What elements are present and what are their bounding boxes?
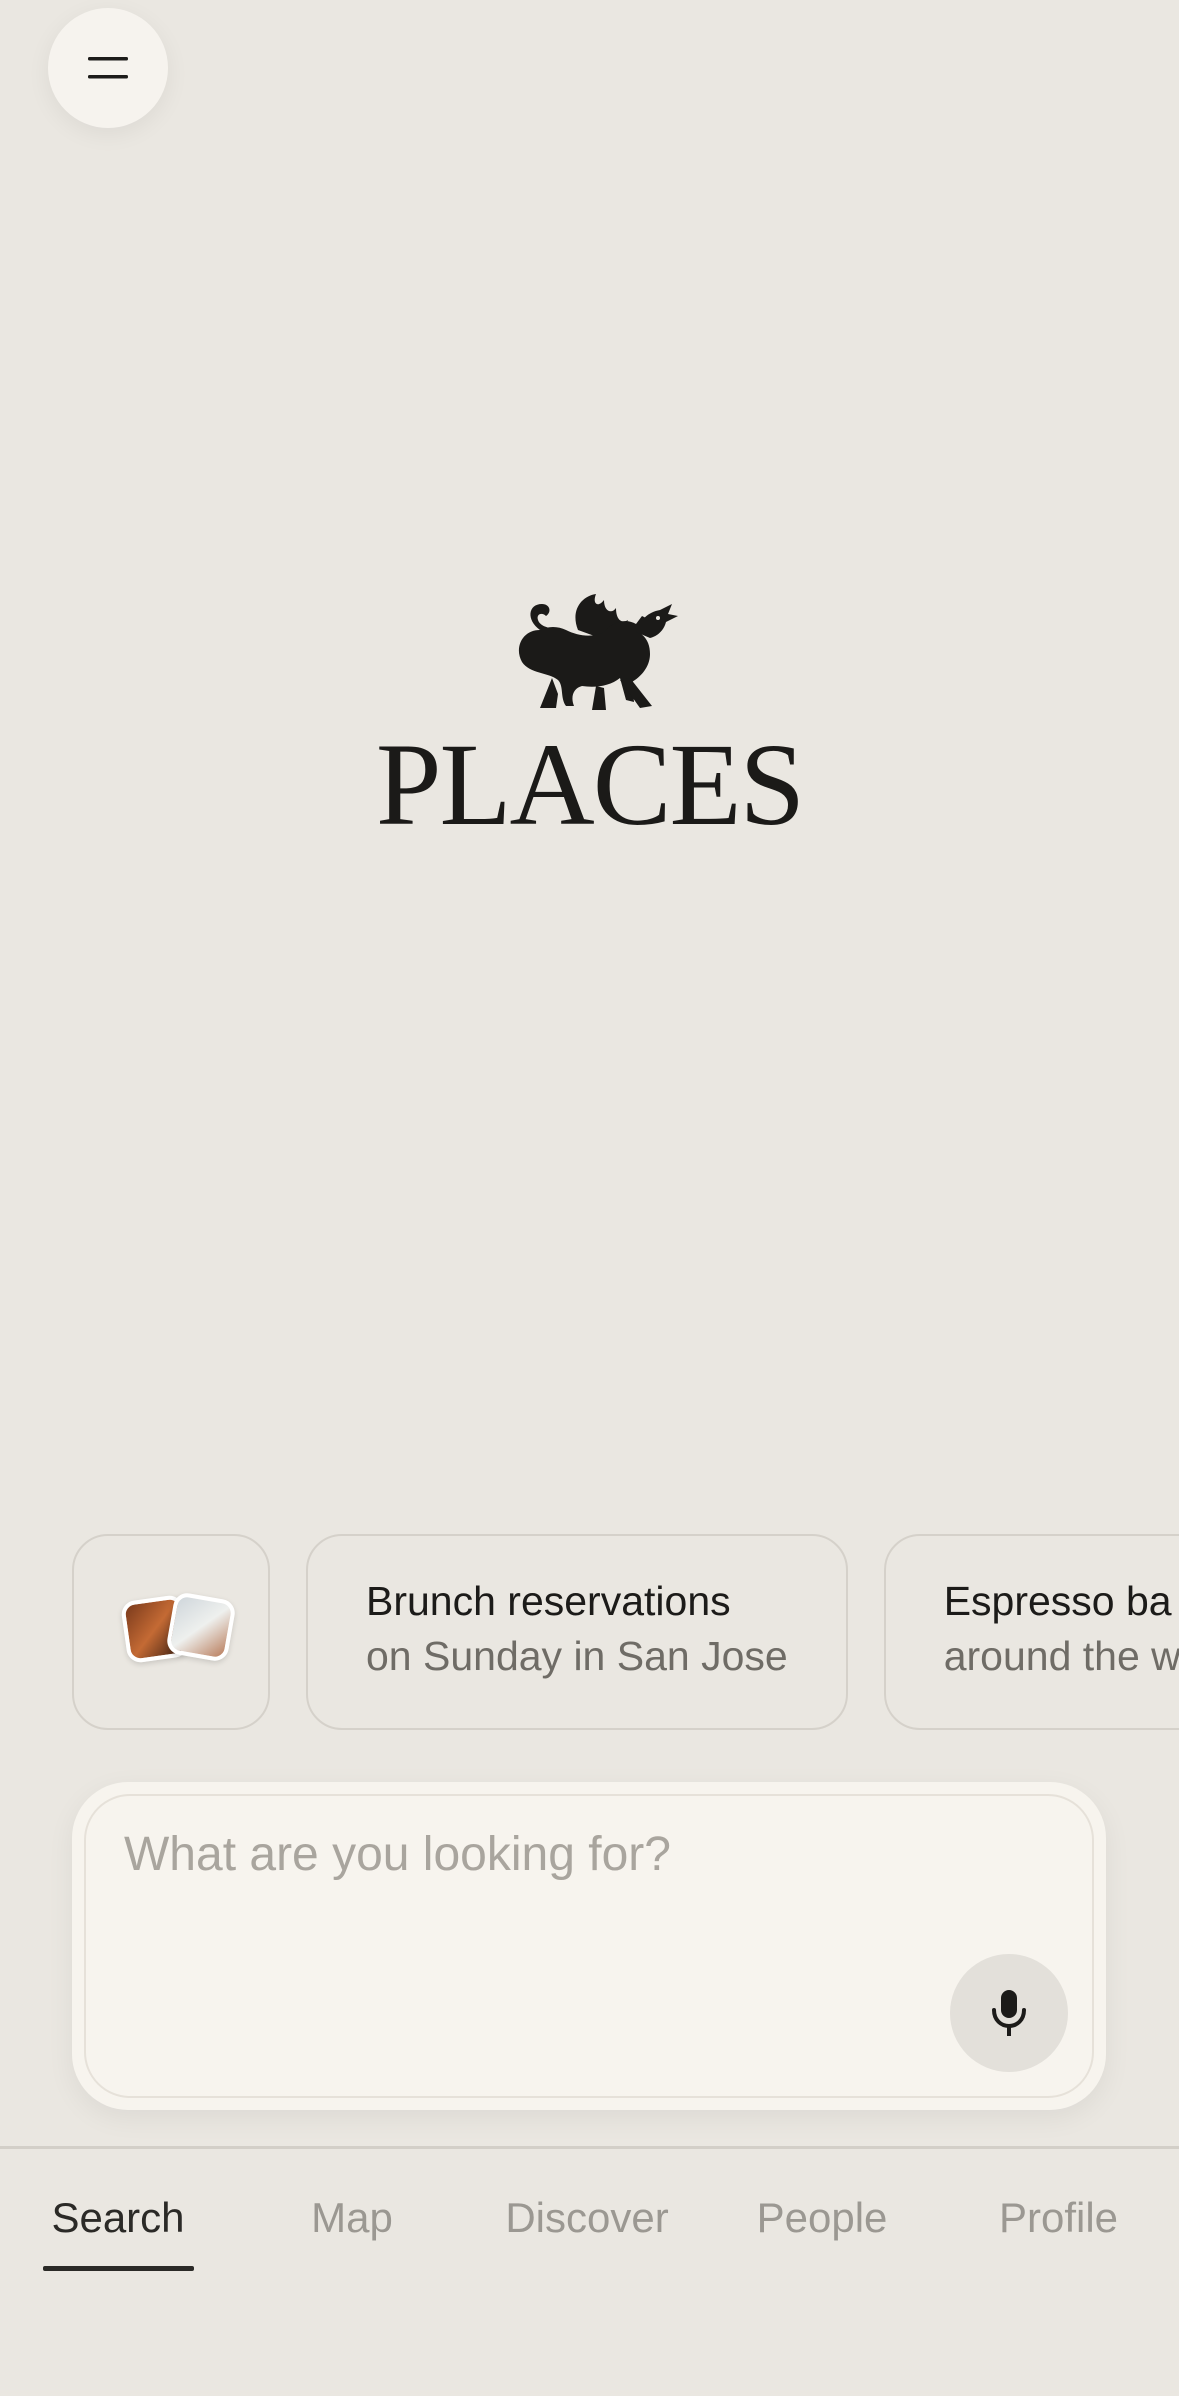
microphone-icon: [992, 1990, 1026, 2036]
brand-logo: PLACES: [0, 590, 1179, 844]
brand-name: PLACES: [375, 719, 805, 850]
photo-thumbnail: [165, 1591, 237, 1663]
search-card: [72, 1782, 1106, 2110]
suggestion-chip[interactable]: Brunch reservations on Sunday in San Jos…: [306, 1534, 848, 1730]
hamburger-menu-icon: [88, 57, 128, 79]
bottom-tab-bar: Search Map Discover People Profile: [0, 2182, 1179, 2262]
suggestion-carousel: Brunch reservations on Sunday in San Jos…: [72, 1534, 1179, 1732]
menu-button[interactable]: [48, 8, 168, 128]
tabbar-divider: [0, 2146, 1179, 2149]
suggestion-chip-photos[interactable]: [72, 1534, 270, 1730]
tab-search[interactable]: Search: [0, 2182, 236, 2262]
tab-people[interactable]: People: [706, 2182, 938, 2262]
microphone-button[interactable]: [950, 1954, 1068, 2072]
tab-map[interactable]: Map: [236, 2182, 468, 2262]
suggestion-subtitle: on Sunday in San Jose: [366, 1633, 788, 1679]
tab-profile[interactable]: Profile: [938, 2182, 1179, 2262]
search-input[interactable]: [122, 1826, 966, 1883]
dragon-logo-icon: [518, 594, 678, 710]
suggestion-title: Brunch reservations: [366, 1578, 731, 1624]
suggestion-subtitle: around the w: [943, 1633, 1179, 1679]
search-field-frame: [84, 1794, 1094, 2098]
suggestion-title: Espresso ba: [943, 1578, 1172, 1624]
suggestion-chip[interactable]: Espresso ba around the w: [883, 1534, 1179, 1730]
tab-discover[interactable]: Discover: [468, 2182, 706, 2262]
active-tab-indicator: [43, 2266, 194, 2271]
